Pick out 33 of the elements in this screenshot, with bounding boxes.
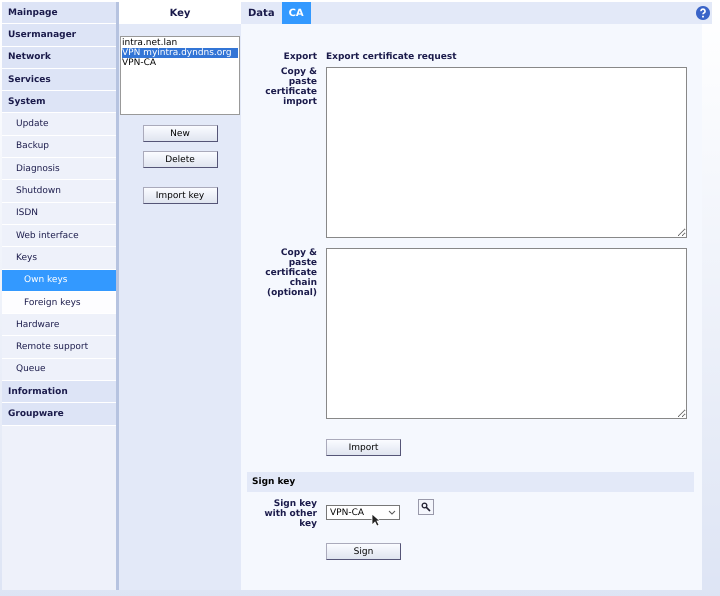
sidebar-item[interactable]: Usermanager bbox=[2, 24, 116, 47]
sign-button[interactable]: Sign bbox=[326, 543, 401, 560]
import-button[interactable]: Import bbox=[326, 439, 401, 456]
key-list[interactable]: intra.net.lan VPN myintra.dyndns.org VPN-CA bbox=[120, 36, 240, 115]
certificate-input[interactable] bbox=[326, 67, 687, 238]
magnifier-icon bbox=[421, 502, 431, 512]
field-label: Sign key with other key bbox=[263, 499, 317, 529]
field-label: Copy & paste certificate import bbox=[264, 67, 317, 109]
key-button[interactable]: New bbox=[142, 125, 218, 142]
key-option[interactable]: intra.net.lan bbox=[122, 38, 238, 48]
field-label: Copy & paste certificate chain (optional) bbox=[264, 248, 317, 300]
export-link[interactable]: Export certificate request bbox=[326, 52, 456, 62]
cursor-icon bbox=[371, 513, 380, 527]
help-icon[interactable] bbox=[696, 6, 710, 20]
key-button[interactable]: Delete bbox=[142, 151, 218, 168]
field-label: Export bbox=[282, 52, 317, 62]
sidebar-item[interactable]: System bbox=[2, 91, 116, 114]
sidebar-item[interactable]: ISDN bbox=[2, 202, 116, 225]
sidebar-item[interactable]: Information bbox=[2, 381, 116, 404]
section-header: Sign key bbox=[247, 472, 694, 492]
chevron-icon bbox=[388, 510, 396, 515]
certificate-chain-input[interactable] bbox=[326, 248, 687, 419]
key-option[interactable]: VPN myintra.dyndns.org bbox=[122, 48, 238, 58]
sidebar-item[interactable]: Foreign keys bbox=[2, 292, 116, 314]
search-button[interactable] bbox=[418, 499, 434, 515]
panel-title: Key bbox=[119, 2, 241, 24]
sidebar-item[interactable]: Mainpage bbox=[2, 2, 116, 24]
tab[interactable]: Data bbox=[241, 2, 282, 24]
sidebar-item[interactable]: Network bbox=[2, 46, 116, 69]
key-option[interactable]: VPN-CA bbox=[122, 58, 238, 68]
sidebar-item[interactable]: Groupware bbox=[2, 403, 116, 426]
sidebar-item[interactable]: Services bbox=[2, 68, 116, 92]
key-button[interactable]: Import key bbox=[142, 187, 218, 204]
